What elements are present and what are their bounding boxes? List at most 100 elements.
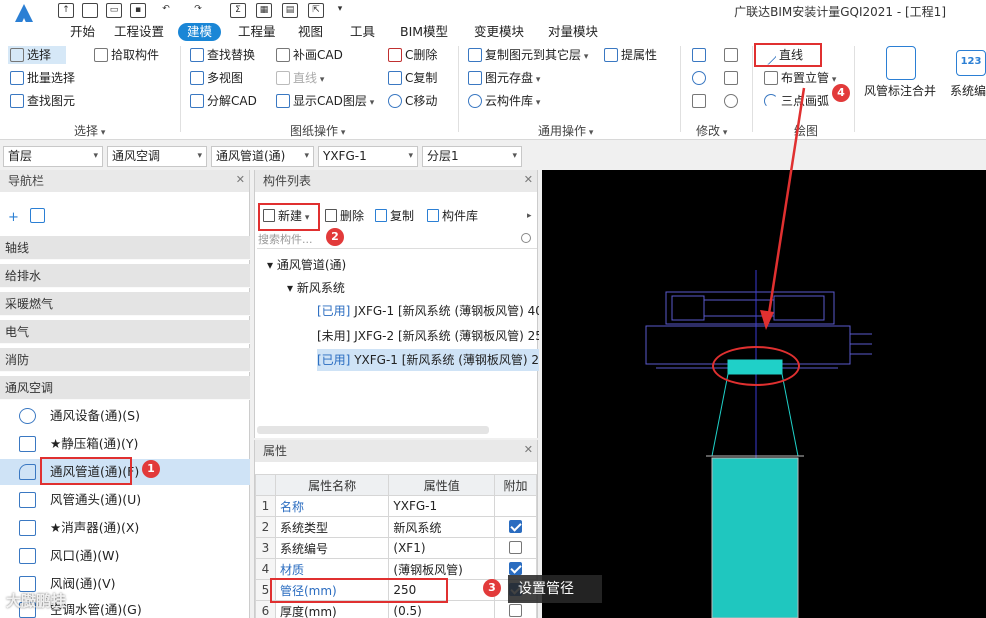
cad-move-button[interactable]: C移动 bbox=[388, 92, 437, 110]
import-icon[interactable]: ↑ bbox=[58, 3, 74, 18]
rotate-tool-button[interactable] bbox=[724, 92, 741, 110]
extra-checkbox[interactable] bbox=[509, 520, 523, 533]
common-ops-group-label[interactable]: 通用操作 bbox=[538, 122, 593, 139]
tab-bim-model[interactable]: BIM模型 bbox=[400, 23, 448, 41]
nav-item-silencer[interactable]: ★消声器(通)(X) bbox=[0, 515, 250, 541]
edit-icon[interactable] bbox=[30, 208, 45, 223]
tab-quantity[interactable]: 工程量 bbox=[238, 23, 276, 41]
copy-icon bbox=[375, 209, 387, 222]
select-button[interactable]: 选择 bbox=[8, 46, 66, 64]
duct-label-merge-button[interactable]: 风管标注合并 bbox=[864, 82, 936, 100]
property-value[interactable]: (XF1) bbox=[388, 537, 496, 559]
more-icon[interactable]: ▾ bbox=[332, 3, 348, 18]
nav-category-fire[interactable]: 消防 bbox=[0, 348, 250, 372]
specialty-select[interactable]: 通风空调 bbox=[107, 146, 207, 167]
select-group-label[interactable]: 选择 bbox=[74, 122, 105, 139]
table-row: 6 厚度(mm) (0.5) bbox=[255, 600, 537, 618]
save-icon[interactable]: ▪ bbox=[130, 3, 146, 18]
search-icon[interactable] bbox=[521, 233, 531, 243]
floor-select[interactable]: 首层 bbox=[3, 146, 103, 167]
component-type-select[interactable]: 通风管道(通) bbox=[211, 146, 314, 167]
copy-floor-icon bbox=[468, 48, 482, 62]
nav-category-plumbing[interactable]: 给排水 bbox=[0, 264, 250, 288]
new-file-icon[interactable] bbox=[82, 3, 98, 18]
calc-icon[interactable]: ▤ bbox=[282, 3, 298, 18]
nav-category-heating-gas[interactable]: 采暖燃气 bbox=[0, 292, 250, 316]
multi-view-button[interactable]: 多视图 bbox=[190, 69, 243, 87]
mirror-tool-button[interactable] bbox=[724, 46, 741, 64]
find-replace-button[interactable]: 查找替换 bbox=[190, 46, 255, 64]
property-value[interactable]: YXFG-1 bbox=[388, 495, 496, 517]
tree-item-jxfg2[interactable]: [未用] JXFG-2 [新风系统 (薄钢板风管) 25 bbox=[317, 325, 539, 347]
close-icon[interactable]: ✕ bbox=[236, 173, 245, 186]
tab-tools[interactable]: 工具 bbox=[350, 23, 375, 41]
grid-icon[interactable]: ▦ bbox=[256, 3, 272, 18]
tree-item-jxfg1[interactable]: [已用] JXFG-1 [新风系统 (薄钢板风管) 40 bbox=[317, 300, 539, 322]
property-value[interactable]: 新风系统 bbox=[388, 516, 496, 538]
cad-delete-button[interactable]: C删除 bbox=[388, 46, 437, 64]
tab-modeling[interactable]: 建模 bbox=[178, 23, 222, 41]
table-header-row: 属性名称 属性值 附加 bbox=[255, 474, 537, 496]
move-tool-button[interactable] bbox=[692, 69, 709, 87]
pick-component-button[interactable]: 拾取构件 bbox=[94, 46, 159, 64]
tab-start[interactable]: 开始 bbox=[70, 23, 95, 41]
nav-item-duct-tee[interactable]: 风管通头(通)(U) bbox=[0, 487, 250, 513]
property-value[interactable]: (薄钢板风管) bbox=[388, 558, 496, 580]
cad-copy-button[interactable]: C复制 bbox=[388, 69, 437, 87]
show-cad-layers-button[interactable]: 显示CAD图层 bbox=[276, 92, 374, 110]
element-save-button[interactable]: 图元存盘 bbox=[468, 69, 540, 87]
copy-component-button[interactable]: 复制 bbox=[375, 207, 414, 225]
triangle-tool-button[interactable] bbox=[724, 69, 741, 87]
tab-change-module[interactable]: 变更模块 bbox=[474, 23, 524, 41]
tree-root-duct[interactable]: ▾ 通风管道(通) bbox=[267, 254, 346, 276]
modify-group-label[interactable]: 修改 bbox=[696, 122, 727, 139]
redo-icon[interactable]: ↷ bbox=[190, 3, 206, 18]
riser-icon bbox=[764, 71, 778, 85]
copy-tool-button[interactable] bbox=[692, 46, 709, 64]
open-folder-icon[interactable]: ▭ bbox=[106, 3, 122, 18]
nav-category-axis[interactable]: 轴线 bbox=[0, 236, 250, 260]
explode-cad-button[interactable]: 分解CAD bbox=[190, 92, 257, 110]
tree-item-yxfg1[interactable]: [已用] YXFG-1 [新风系统 (薄钢板风管) 25 bbox=[317, 349, 539, 371]
component-search-input[interactable]: 搜索构件... bbox=[257, 232, 537, 249]
find-element-button[interactable]: 查找图元 bbox=[10, 92, 75, 110]
tab-view[interactable]: 视图 bbox=[298, 23, 323, 41]
sum-icon[interactable]: Σ bbox=[230, 3, 246, 18]
delete-component-button[interactable]: 删除 bbox=[325, 207, 364, 225]
nav-category-electrical[interactable]: 电气 bbox=[0, 320, 250, 344]
extra-checkbox[interactable] bbox=[509, 562, 523, 575]
copy-to-other-floor-button[interactable]: 复制图元到其它层 bbox=[468, 46, 588, 64]
nav-item-hvac-equipment[interactable]: 通风设备(通)(S) bbox=[0, 403, 250, 429]
close-icon[interactable]: ✕ bbox=[524, 443, 533, 456]
extract-attributes-button[interactable]: 提属性 bbox=[604, 46, 657, 64]
ribbon-separator bbox=[854, 46, 855, 132]
nav-item-vent[interactable]: 风口(通)(W) bbox=[0, 543, 250, 569]
cloud-library-button[interactable]: 云构件库 bbox=[468, 92, 540, 110]
extra-checkbox[interactable] bbox=[509, 604, 523, 617]
nav-item-static-box[interactable]: ★静压箱(通)(Y) bbox=[0, 431, 250, 457]
draw-cad-button[interactable]: 补画CAD bbox=[276, 46, 343, 64]
undo-icon[interactable]: ↶ bbox=[158, 3, 174, 18]
more-arrow-icon[interactable]: ▸ bbox=[527, 207, 532, 225]
layer-select[interactable]: 分层1 bbox=[422, 146, 522, 167]
tab-reconcile-module[interactable]: 对量模块 bbox=[548, 23, 598, 41]
copy-tool-icon bbox=[692, 48, 706, 62]
system-code-icon[interactable]: 123 bbox=[956, 50, 986, 76]
system-code-button[interactable]: 系统编 bbox=[950, 82, 986, 100]
tree-system-fresh-air[interactable]: ▾ 新风系统 bbox=[287, 277, 345, 299]
add-icon[interactable]: + bbox=[8, 210, 19, 225]
duct-label-merge-icon[interactable] bbox=[886, 46, 916, 80]
extra-checkbox[interactable] bbox=[509, 541, 523, 554]
batch-select-button[interactable]: 批量选择 bbox=[10, 69, 75, 87]
tab-project-settings[interactable]: 工程设置 bbox=[114, 23, 164, 41]
drawing-ops-group-label[interactable]: 图纸操作 bbox=[290, 122, 345, 139]
component-select[interactable]: YXFG-1 bbox=[318, 146, 418, 167]
cad-line-button[interactable]: 直线 bbox=[276, 69, 324, 87]
component-library-button[interactable]: 构件库 bbox=[427, 207, 478, 225]
delete-tool-button[interactable] bbox=[692, 92, 709, 110]
export-icon[interactable]: ⇱ bbox=[308, 3, 324, 18]
property-value[interactable]: (0.5) bbox=[388, 600, 496, 618]
close-icon[interactable]: ✕ bbox=[524, 173, 533, 186]
horizontal-scrollbar[interactable] bbox=[257, 426, 489, 434]
nav-category-hvac[interactable]: 通风空调 bbox=[0, 376, 250, 400]
